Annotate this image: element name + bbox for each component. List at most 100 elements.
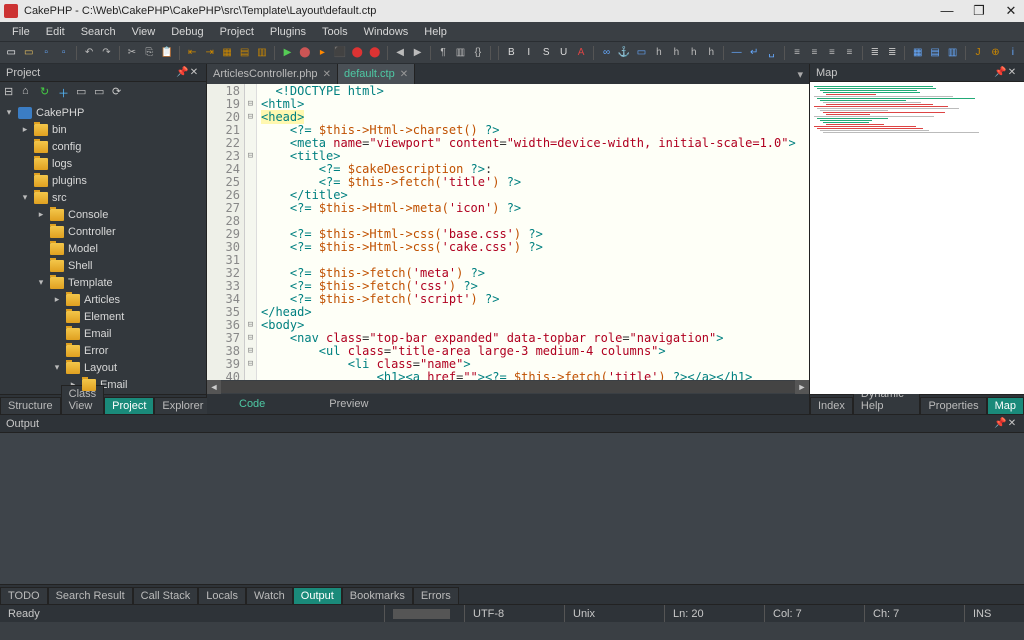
output-tab-locals[interactable]: Locals bbox=[198, 587, 246, 604]
debug-icon[interactable]: ⬤ bbox=[298, 45, 312, 60]
menu-help[interactable]: Help bbox=[416, 24, 455, 40]
expand-icon[interactable]: ▸ bbox=[52, 294, 62, 305]
cut-icon[interactable]: ✂ bbox=[125, 45, 139, 60]
scroll-right-icon[interactable]: ► bbox=[795, 380, 809, 394]
brackets-icon[interactable]: {} bbox=[471, 45, 485, 60]
tree-item[interactable]: Email bbox=[0, 325, 206, 342]
strike-icon[interactable]: S bbox=[539, 45, 553, 60]
tree-item[interactable]: ▾src bbox=[0, 189, 206, 206]
output-tab-call-stack[interactable]: Call Stack bbox=[133, 587, 199, 604]
open-icon[interactable]: ▭ bbox=[21, 45, 35, 60]
fold-column[interactable]: ⊟⊟⊟⊟⊟⊟⊟ bbox=[245, 84, 257, 380]
output-body[interactable] bbox=[0, 433, 1024, 584]
scroll-track[interactable] bbox=[221, 381, 795, 393]
align-j-icon[interactable]: ≡ bbox=[842, 45, 856, 60]
copy-icon[interactable]: ⎘ bbox=[142, 45, 156, 60]
align-c-icon[interactable]: ≡ bbox=[807, 45, 821, 60]
project-tab-explorer[interactable]: Explorer bbox=[154, 397, 211, 414]
undo-icon[interactable]: ↶ bbox=[82, 45, 96, 60]
hr-icon[interactable]: — bbox=[729, 45, 743, 60]
expand-icon[interactable]: ▸ bbox=[20, 124, 30, 135]
map-tab-index[interactable]: Index bbox=[810, 397, 853, 414]
anchor-icon[interactable]: ⚓ bbox=[617, 45, 631, 60]
image-icon[interactable]: ▭ bbox=[634, 45, 648, 60]
italic-icon[interactable]: I bbox=[522, 45, 536, 60]
tree-item[interactable]: ▸Articles bbox=[0, 291, 206, 308]
run-icon[interactable]: ▶ bbox=[280, 45, 294, 60]
h2-icon[interactable]: h bbox=[669, 45, 683, 60]
output-tab-output[interactable]: Output bbox=[293, 587, 342, 604]
expand-icon[interactable]: ▾ bbox=[52, 362, 62, 373]
file-icon[interactable]: ▭ bbox=[76, 85, 90, 99]
minimap[interactable] bbox=[810, 82, 1024, 394]
pin-icon[interactable]: 📌 bbox=[994, 67, 1006, 78]
tree-item[interactable]: ▾Template bbox=[0, 274, 206, 291]
project-tree[interactable]: ▾CakePHP▸binconfiglogsplugins▾src▸Consol… bbox=[0, 102, 206, 394]
menu-project[interactable]: Project bbox=[212, 24, 262, 40]
project-tab-project[interactable]: Project bbox=[104, 397, 154, 414]
project-tab-structure[interactable]: Structure bbox=[0, 397, 61, 414]
row-icon[interactable]: ▤ bbox=[928, 45, 942, 60]
menu-search[interactable]: Search bbox=[73, 24, 124, 40]
scroll-left-icon[interactable]: ◄ bbox=[207, 380, 221, 394]
menu-file[interactable]: File bbox=[4, 24, 38, 40]
folder-icon[interactable]: ▭ bbox=[94, 85, 108, 99]
tree-item[interactable]: config bbox=[0, 138, 206, 155]
editor-view-preview[interactable]: Preview bbox=[317, 396, 380, 412]
output-tab-search-result[interactable]: Search Result bbox=[48, 587, 133, 604]
close-button[interactable]: ✕ bbox=[1002, 3, 1020, 19]
stop-icon[interactable]: ⬛ bbox=[333, 45, 347, 60]
save-all-icon[interactable]: ▫ bbox=[56, 45, 70, 60]
output-tab-bookmarks[interactable]: Bookmarks bbox=[342, 587, 413, 604]
tree-item[interactable]: plugins bbox=[0, 172, 206, 189]
close-icon[interactable]: ✕ bbox=[188, 67, 200, 78]
output-tab-watch[interactable]: Watch bbox=[246, 587, 293, 604]
underline-icon[interactable]: U bbox=[556, 45, 570, 60]
php-p-icon[interactable]: ⊕ bbox=[988, 45, 1002, 60]
save-icon[interactable]: ▫ bbox=[39, 45, 53, 60]
pin-icon[interactable]: 📌 bbox=[176, 67, 188, 78]
nav-fwd-icon[interactable]: ▶ bbox=[410, 45, 424, 60]
maximize-button[interactable]: ❐ bbox=[970, 3, 988, 19]
redo-icon[interactable]: ↷ bbox=[99, 45, 113, 60]
font-color-icon[interactable]: A bbox=[574, 45, 588, 60]
php-i-icon[interactable]: i bbox=[1006, 45, 1020, 60]
align-l-icon[interactable]: ≡ bbox=[790, 45, 804, 60]
toggle3-icon[interactable]: ▥ bbox=[255, 45, 269, 60]
editor-view-code[interactable]: Code bbox=[227, 396, 277, 412]
horizontal-scrollbar[interactable]: ◄ ► bbox=[207, 380, 809, 394]
tree-item[interactable]: Element bbox=[0, 308, 206, 325]
link-icon[interactable]: ∞ bbox=[599, 45, 613, 60]
output-tab-todo[interactable]: TODO bbox=[0, 587, 48, 604]
tree-item[interactable]: ▾Layout bbox=[0, 359, 206, 376]
status-encoding[interactable]: UTF-8 bbox=[464, 605, 564, 622]
col-icon[interactable]: ▥ bbox=[945, 45, 959, 60]
expand-icon[interactable]: ▾ bbox=[4, 107, 14, 118]
align-r-icon[interactable]: ≡ bbox=[825, 45, 839, 60]
menu-windows[interactable]: Windows bbox=[356, 24, 417, 40]
tree-item[interactable]: ▸bin bbox=[0, 121, 206, 138]
status-ins[interactable]: INS bbox=[964, 605, 1024, 622]
para-icon[interactable]: ¶ bbox=[436, 45, 450, 60]
breakpoint-icon[interactable]: ⬤ bbox=[350, 45, 364, 60]
expand-icon[interactable]: ▸ bbox=[36, 209, 46, 220]
close-icon[interactable]: ✕ bbox=[1006, 67, 1018, 78]
code-lines[interactable]: <!DOCTYPE html><html><head> <?= $this->H… bbox=[257, 84, 809, 380]
tree-item[interactable]: Error bbox=[0, 342, 206, 359]
home-icon[interactable]: ⌂ bbox=[22, 85, 36, 99]
add-icon[interactable]: ＋ bbox=[58, 85, 72, 99]
expand-icon[interactable]: ▾ bbox=[20, 192, 30, 203]
pin-icon[interactable]: 📌 bbox=[994, 418, 1006, 429]
menu-tools[interactable]: Tools bbox=[314, 24, 356, 40]
nav-back-icon[interactable]: ◀ bbox=[393, 45, 407, 60]
code-editor[interactable]: 1819202122232425262728293031323334353637… bbox=[207, 84, 809, 380]
tree-item[interactable]: ▾CakePHP bbox=[0, 104, 206, 121]
editor-tab[interactable]: default.ctp✕ bbox=[338, 64, 415, 84]
close-icon[interactable]: ✕ bbox=[1006, 418, 1018, 429]
new-file-icon[interactable]: ▭ bbox=[4, 45, 18, 60]
map-tab-properties[interactable]: Properties bbox=[920, 397, 986, 414]
toggle1-icon[interactable]: ▦ bbox=[220, 45, 234, 60]
refresh-icon[interactable]: ↻ bbox=[40, 85, 54, 99]
menu-view[interactable]: View bbox=[124, 24, 164, 40]
sync-icon[interactable]: ⟳ bbox=[112, 85, 126, 99]
